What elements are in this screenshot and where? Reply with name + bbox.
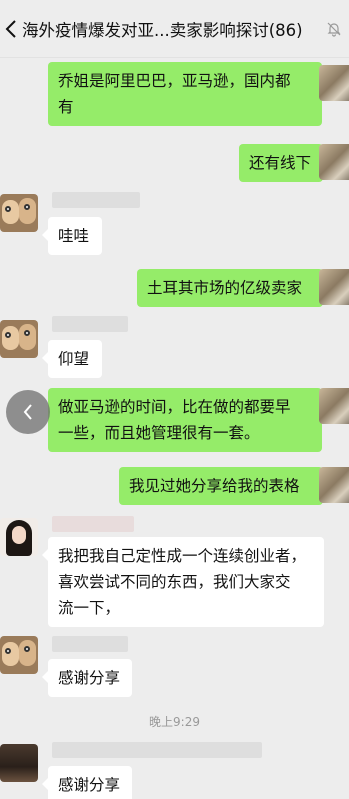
message-text-line: 喜欢尝试不同的东西，我们大家交 [58, 573, 291, 591]
message-text: 哇哇 [58, 227, 90, 245]
chat-header: 海外疫情爆发对亚...卖家影响探讨(86) [0, 0, 349, 58]
message-text: 感谢分享 [58, 776, 121, 794]
avatar[interactable] [319, 65, 349, 101]
chat-title[interactable]: 海外疫情爆发对亚...卖家影响探讨(86) [22, 17, 319, 41]
message-bubble[interactable]: 仰望 [42, 340, 102, 378]
message-text-line: 乔姐是阿里巴巴，亚马逊，国内都 [58, 72, 291, 90]
avatar[interactable] [319, 144, 349, 180]
message-text: 我见过她分享给我的表格 [129, 477, 300, 495]
message-text-line: 做亚马逊的时间，比在做的都要早 [58, 398, 291, 416]
message-text: 土耳其市场的亿级卖家 [147, 279, 303, 297]
avatar[interactable] [0, 194, 38, 232]
message-text-line: 有 [58, 98, 74, 116]
avatar[interactable] [0, 320, 38, 358]
message-text: 还有线下 [249, 154, 312, 172]
message-text-line: 我把我自己定性成一个连续创业者， [58, 547, 307, 565]
sender-name [52, 636, 128, 652]
avatar[interactable] [319, 467, 349, 503]
sender-name [52, 316, 128, 332]
avatar[interactable] [0, 636, 38, 674]
message-bubble[interactable]: 我见过她分享给我的表格 [119, 467, 329, 505]
message-text-line: 一些，而且她管理很有一套。 [58, 424, 260, 442]
floating-back-button[interactable] [6, 390, 50, 434]
avatar[interactable] [319, 388, 349, 424]
back-button[interactable] [0, 0, 22, 58]
bell-muted-icon [327, 22, 341, 37]
message-bubble[interactable]: 做亚马逊的时间，比在做的都要早 一些，而且她管理很有一套。 [48, 388, 328, 452]
avatar[interactable] [0, 518, 38, 556]
message-text: 感谢分享 [58, 669, 121, 687]
mute-indicator [319, 21, 349, 37]
chevron-left-icon [23, 404, 32, 420]
message-bubble[interactable]: 乔姐是阿里巴巴，亚马逊，国内都 有 [48, 62, 328, 126]
message-bubble[interactable]: 感谢分享 [42, 659, 132, 697]
message-bubble[interactable]: 还有线下 [239, 144, 329, 182]
chevron-left-icon [5, 19, 16, 38]
message-bubble[interactable]: 土耳其市场的亿级卖家 [137, 269, 329, 307]
sender-name [52, 516, 134, 532]
avatar[interactable] [319, 269, 349, 305]
sender-name [52, 742, 262, 758]
message-text: 仰望 [58, 350, 90, 368]
message-bubble[interactable]: 我把我自己定性成一个连续创业者， 喜欢尝试不同的东西，我们大家交 流一下， [42, 537, 324, 627]
avatar[interactable] [0, 744, 38, 782]
sender-name [52, 192, 140, 208]
message-bubble[interactable]: 感谢分享 [42, 766, 132, 799]
message-bubble[interactable]: 哇哇 [42, 217, 102, 255]
message-text-line: 流一下， [58, 599, 121, 617]
timestamp: 晚上9:29 [149, 715, 200, 729]
message-list[interactable]: 乔姐是阿里巴巴，亚马逊，国内都 有 还有线下 哇哇 土耳其市场的亿级卖家 仰望 … [0, 58, 349, 799]
